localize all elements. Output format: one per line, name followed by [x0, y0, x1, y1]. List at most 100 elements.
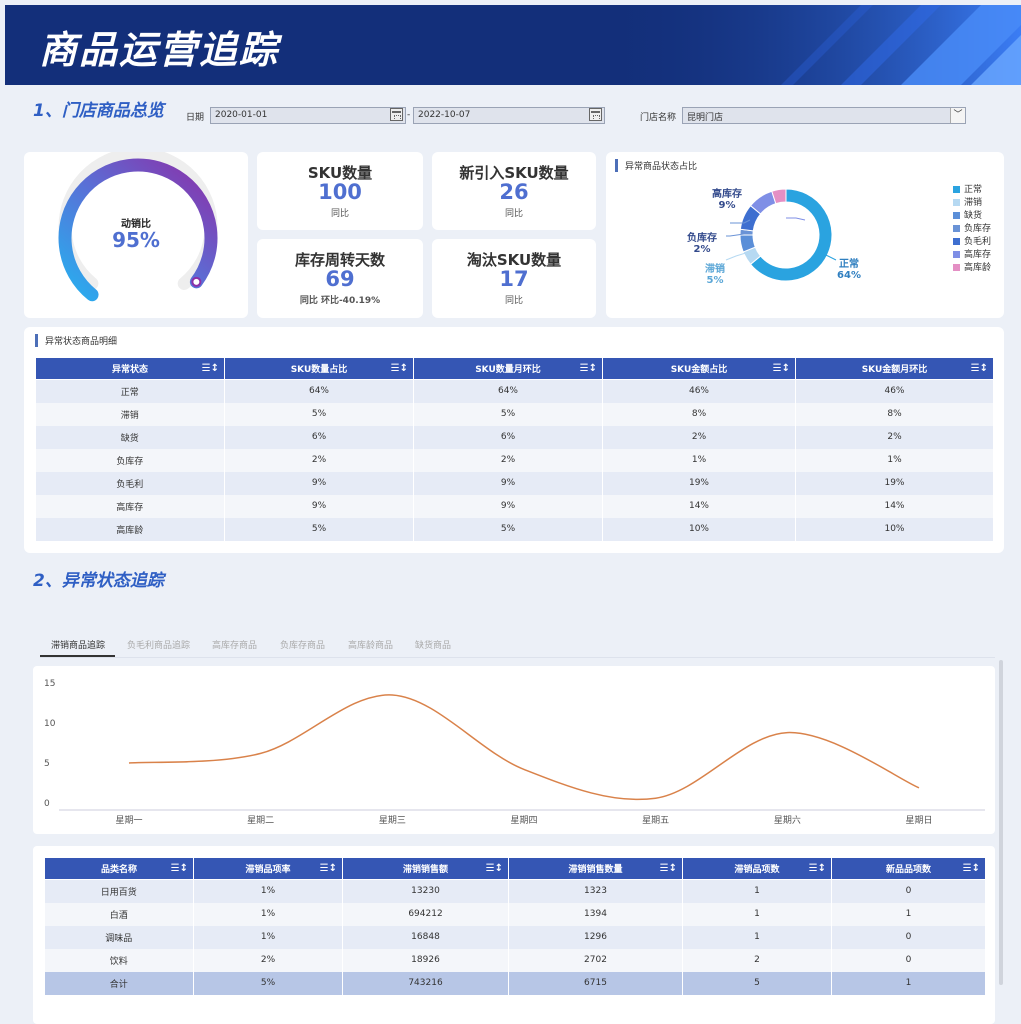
- column-header[interactable]: SKU数量月环比 ☰↕: [413, 357, 603, 380]
- legend-item[interactable]: 负库存: [953, 223, 991, 236]
- column-header[interactable]: 滞销销售数量 ☰↕: [508, 857, 683, 880]
- x-tick-label: 星期二: [247, 815, 274, 826]
- donut-label-name: 正常: [839, 259, 859, 270]
- table-cell: 负毛利: [35, 471, 225, 495]
- table-cell: 6715: [508, 971, 683, 995]
- donut-chart: [725, 188, 837, 282]
- table-row[interactable]: 高库龄 5% 5% 10% 10%: [35, 517, 994, 541]
- legend-item[interactable]: 高库存: [953, 249, 991, 262]
- column-header[interactable]: SKU数量占比 ☰↕: [224, 357, 414, 380]
- table-cell: 0: [831, 948, 986, 972]
- legend-label: 高库龄: [964, 263, 992, 273]
- table-cell: 调味品: [44, 925, 194, 949]
- donut-label-pct: 2%: [693, 244, 711, 255]
- table-cell: 2%: [413, 448, 603, 472]
- sort-icon[interactable]: ☰↕: [580, 363, 597, 374]
- table-cell: 9%: [224, 494, 414, 518]
- total-row[interactable]: 合计 5% 743216 6715 5 1: [44, 971, 986, 995]
- sort-icon[interactable]: ☰↕: [963, 863, 980, 874]
- tab-negative-margin[interactable]: 负毛利商品追踪: [127, 638, 190, 651]
- legend-item[interactable]: 高库龄: [953, 262, 991, 275]
- date-separator: -: [407, 110, 411, 120]
- table-row[interactable]: 日用百货 1% 13230 1323 1 0: [44, 879, 986, 903]
- chevron-down-icon[interactable]: ﹀: [950, 108, 965, 123]
- sort-icon[interactable]: ☰↕: [660, 863, 677, 874]
- column-header[interactable]: 滞销品项率 ☰↕: [193, 857, 343, 880]
- store-select[interactable]: 昆明门店 ﹀: [682, 107, 966, 124]
- x-tick-label: 星期四: [510, 815, 537, 826]
- abnormal-detail-card: 异常状态商品明细 异常状态 ☰↕ SKU数量占比 ☰↕ SKU数量月环比 ☰↕ SKU…: [24, 327, 1004, 553]
- table-cell: 2%: [602, 425, 796, 449]
- y-tick-label: 5: [44, 759, 50, 769]
- scrollbar[interactable]: [999, 660, 1003, 985]
- y-tick-label: 15: [44, 679, 55, 689]
- category-table-card: 品类名称 ☰↕ 滞销品项率 ☰↕ 滞销销售额 ☰↕ 滞销销售数量 ☰↕ 滞销品项数 ☰↕ …: [33, 846, 995, 1024]
- table-row[interactable]: 正常 64% 64% 46% 46%: [35, 379, 994, 403]
- donut-label-pct: 9%: [718, 200, 736, 211]
- table-row[interactable]: 滞销 5% 5% 8% 8%: [35, 402, 994, 426]
- donut-label-slow: 滞销 5%: [700, 260, 730, 286]
- sort-icon[interactable]: ☰↕: [391, 363, 408, 374]
- table-row[interactable]: 高库存 9% 9% 14% 14%: [35, 494, 994, 518]
- column-header[interactable]: SKU金额占比 ☰↕: [602, 357, 796, 380]
- table-cell: 2%: [224, 448, 414, 472]
- column-header[interactable]: 滞销品项数 ☰↕: [682, 857, 832, 880]
- sort-icon[interactable]: ☰↕: [202, 363, 219, 374]
- table-row[interactable]: 负库存 2% 2% 1% 1%: [35, 448, 994, 472]
- table-cell: 白酒: [44, 902, 194, 926]
- tab-out-of-stock[interactable]: 缺货商品: [415, 638, 451, 651]
- column-header[interactable]: 品类名称 ☰↕: [44, 857, 194, 880]
- legend-item[interactable]: 负毛利: [953, 236, 991, 249]
- column-header[interactable]: 新品品项数 ☰↕: [831, 857, 986, 880]
- y-tick-label: 10: [44, 719, 56, 729]
- tab-high-age[interactable]: 高库龄商品: [348, 638, 393, 651]
- sort-icon[interactable]: ☰↕: [486, 863, 503, 874]
- table-cell: 滞销: [35, 402, 225, 426]
- tab-slow-moving[interactable]: 滞销商品追踪: [51, 638, 105, 651]
- tab-negative-stock[interactable]: 负库存商品: [280, 638, 325, 651]
- table-row[interactable]: 调味品 1% 16848 1296 1 0: [44, 925, 986, 949]
- date-start-field[interactable]: 2020-01-01: [210, 107, 406, 124]
- sort-icon[interactable]: ☰↕: [809, 863, 826, 874]
- legend-label: 负库存: [964, 224, 992, 234]
- donut-label-normal: 正常 64%: [836, 255, 862, 281]
- table-cell: 2702: [508, 948, 683, 972]
- kpi-sub: 同比: [330, 209, 349, 219]
- legend-item[interactable]: 滞销: [953, 197, 991, 210]
- store-select-value[interactable]: 昆明门店: [682, 107, 966, 124]
- x-tick-label: 星期五: [642, 815, 669, 826]
- calendar-icon[interactable]: [589, 108, 602, 121]
- table-cell: 1%: [193, 879, 343, 903]
- legend-item[interactable]: 缺货: [953, 210, 991, 223]
- table-row[interactable]: 负毛利 9% 9% 19% 19%: [35, 471, 994, 495]
- sort-icon[interactable]: ☰↕: [171, 863, 188, 874]
- date-end-value[interactable]: 2022-10-07: [413, 107, 605, 124]
- table-cell: 2%: [795, 425, 994, 449]
- table-row[interactable]: 饮料 2% 18926 2702 2 0: [44, 948, 986, 972]
- column-header[interactable]: 滞销销售额 ☰↕: [342, 857, 509, 880]
- kpi-value: 100: [318, 180, 362, 204]
- table-cell: 14%: [795, 494, 994, 518]
- date-start-value[interactable]: 2020-01-01: [210, 107, 406, 124]
- table-row[interactable]: 白酒 1% 694212 1394 1 1: [44, 902, 986, 926]
- header-decoration: [601, 5, 1021, 85]
- tab-high-stock[interactable]: 高库存商品: [212, 638, 257, 651]
- sort-icon[interactable]: ☰↕: [971, 363, 988, 374]
- legend-label: 滞销: [964, 198, 983, 208]
- table-cell: 2%: [193, 948, 343, 972]
- donut-label-pct: 64%: [837, 270, 861, 281]
- calendar-icon[interactable]: [390, 108, 403, 121]
- table-cell: 743216: [342, 971, 509, 995]
- sort-icon[interactable]: ☰↕: [773, 363, 790, 374]
- page-header: 商品运营追踪: [5, 5, 1021, 85]
- column-header[interactable]: SKU金额月环比 ☰↕: [795, 357, 994, 380]
- date-end-field[interactable]: 2022-10-07: [413, 107, 605, 124]
- x-tick-label: 星期六: [774, 814, 801, 826]
- column-header[interactable]: 异常状态 ☰↕: [35, 357, 225, 380]
- sort-icon[interactable]: ☰↕: [320, 863, 337, 874]
- legend-item[interactable]: 正常: [953, 184, 991, 197]
- series-line[interactable]: [128, 694, 920, 801]
- table-row[interactable]: 缺货 6% 6% 2% 2%: [35, 425, 994, 449]
- table-cell: 19%: [602, 471, 796, 495]
- section-1-title: 1、门店商品总览: [33, 101, 164, 121]
